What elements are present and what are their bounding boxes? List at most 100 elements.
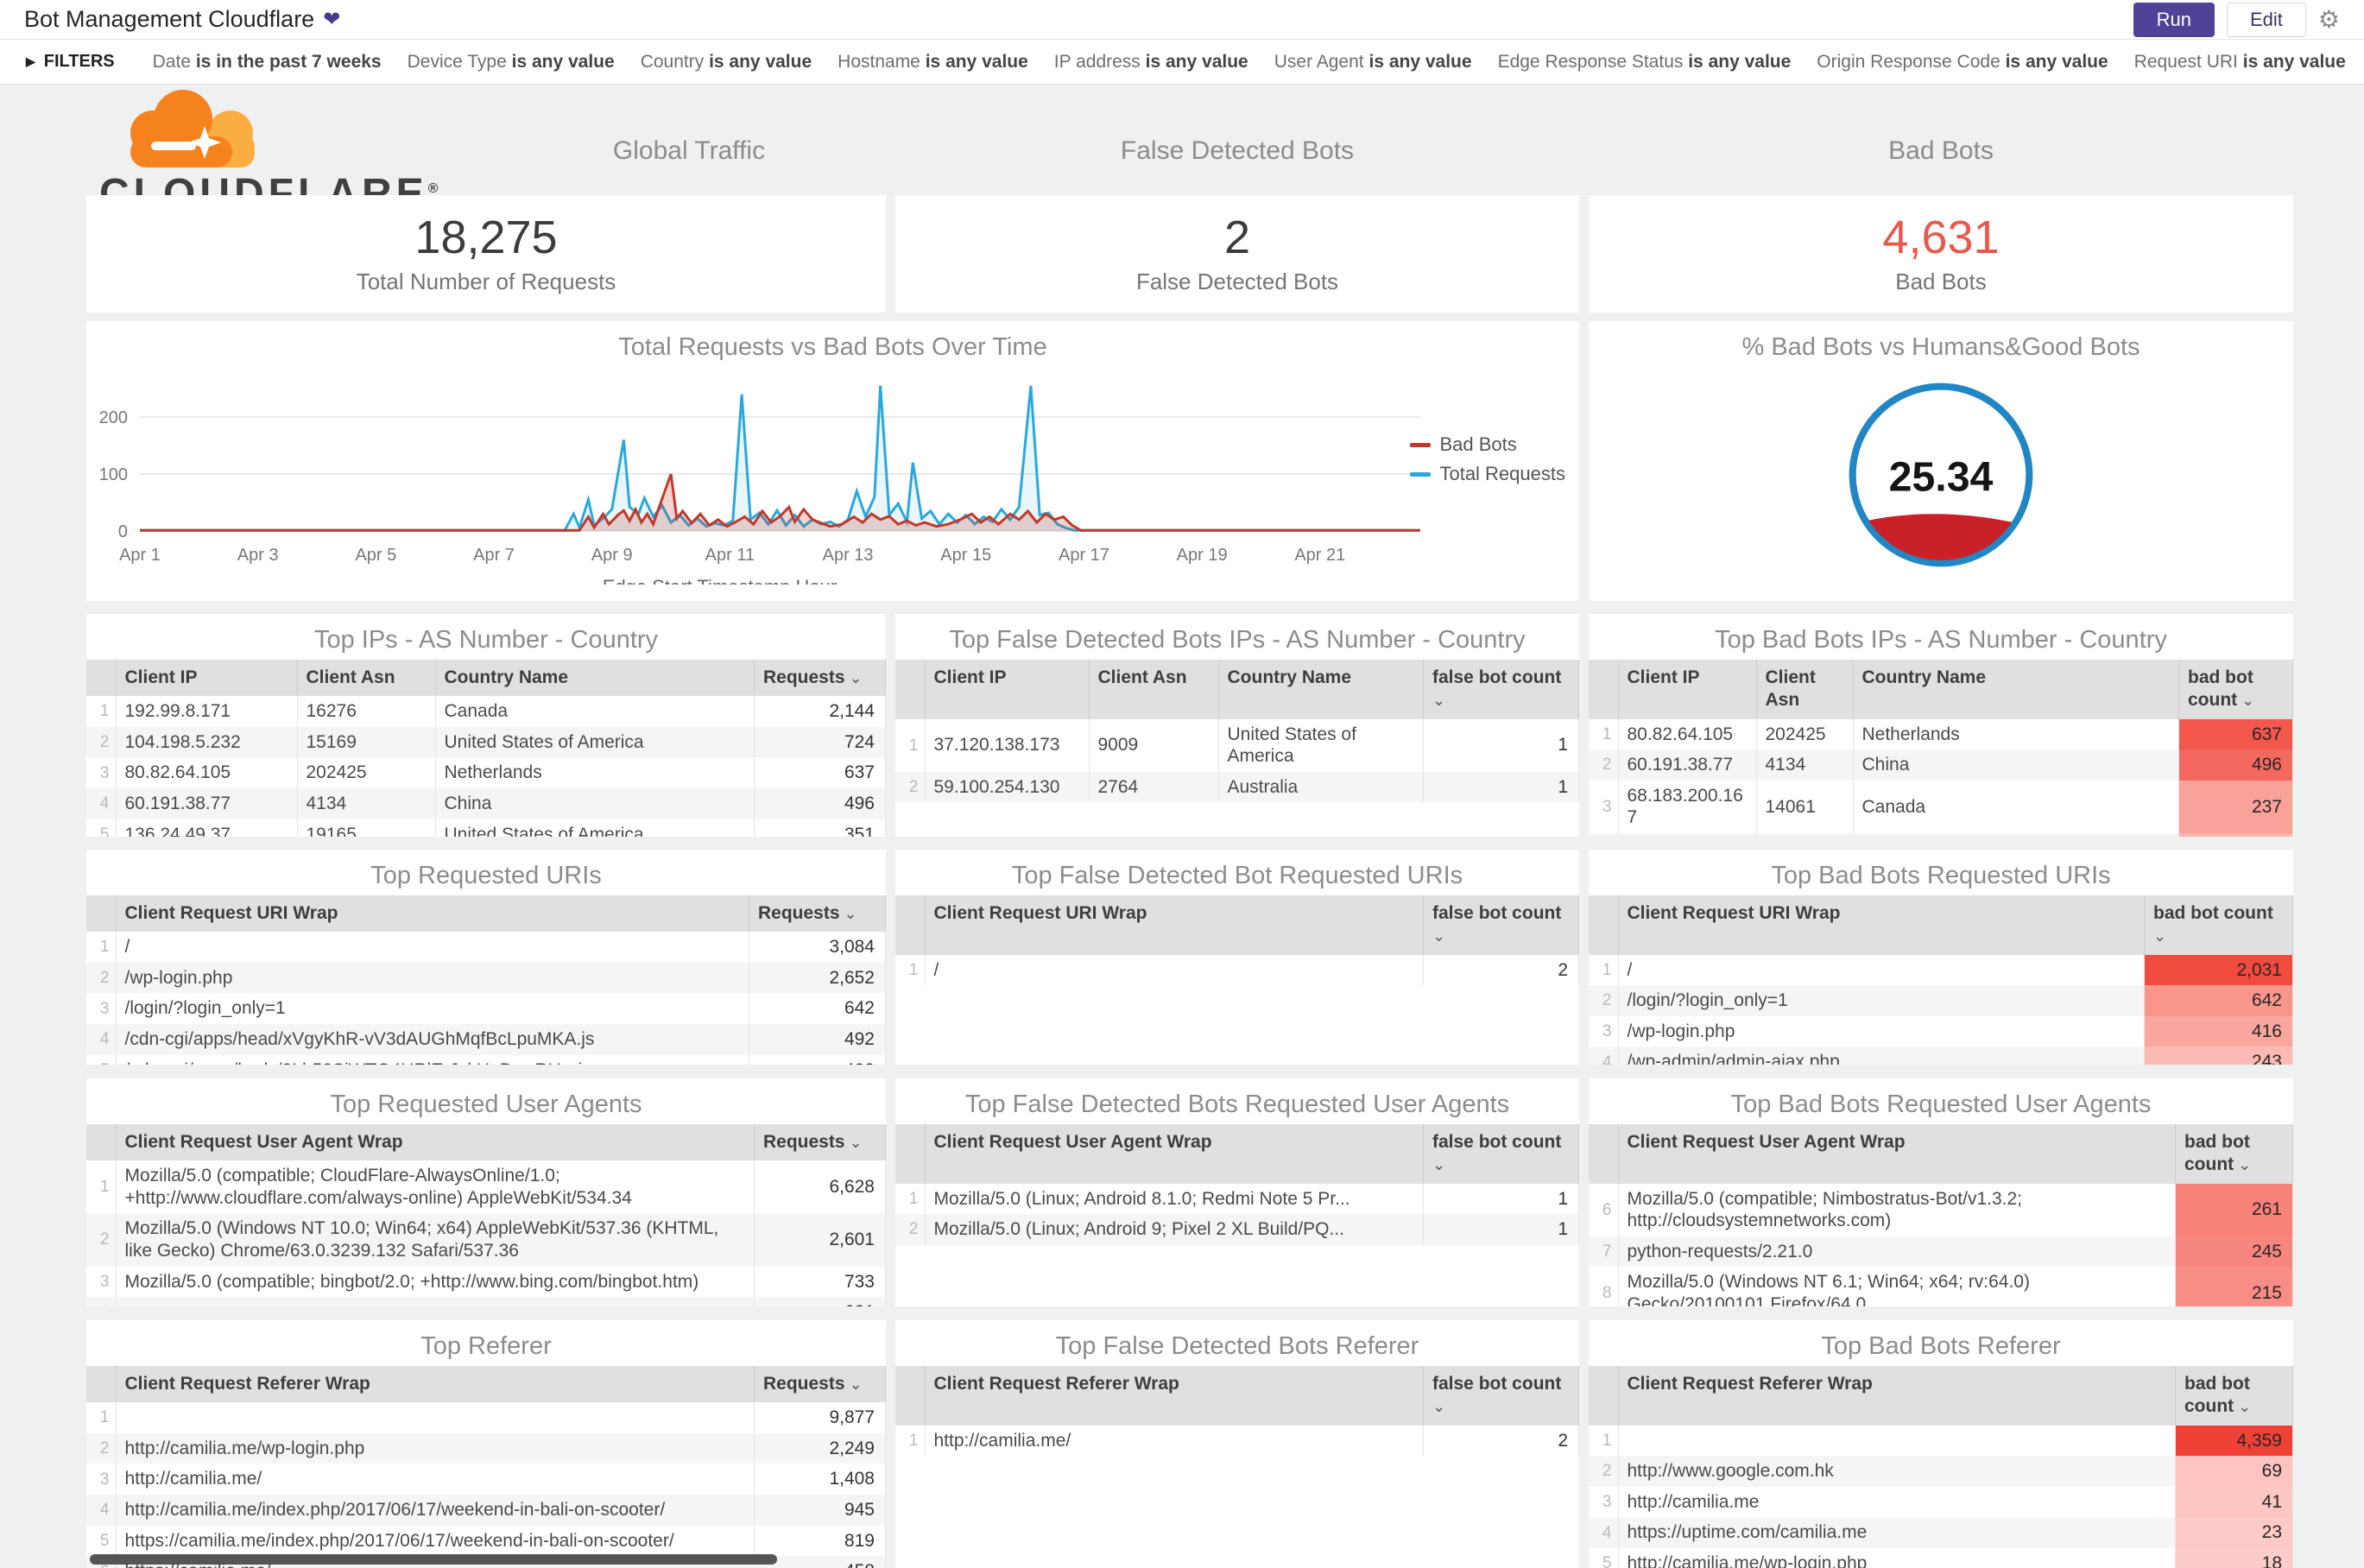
- data-cell[interactable]: China: [1853, 832, 2179, 837]
- data-cell[interactable]: 136.24.49.37: [116, 819, 298, 837]
- filter-item[interactable]: Edge Response Status is any value: [1498, 52, 1792, 72]
- table-row[interactable]: 1 192.99.8.171 16276 Canada 2,144: [86, 696, 886, 727]
- value-cell[interactable]: 2,144: [754, 696, 886, 727]
- value-cell[interactable]: 496: [754, 788, 886, 819]
- run-button[interactable]: Run: [2133, 2, 2215, 37]
- table-row[interactable]: 5/cdn-cgi/apps/body/3Lh52SjWTQ4HRlErJykH…: [86, 1054, 886, 1065]
- data-cell[interactable]: 202425: [1756, 718, 1854, 750]
- value-cell[interactable]: 492: [749, 1024, 886, 1055]
- value-cell[interactable]: 9,877: [754, 1402, 886, 1433]
- value-cell[interactable]: 733: [754, 1266, 886, 1298]
- value-cell[interactable]: 945: [754, 1495, 886, 1526]
- bad-bots-gauge[interactable]: 25.34: [1842, 376, 2040, 574]
- table-row[interactable]: 461.160.221.7323650China144: [1589, 832, 2293, 837]
- data-cell[interactable]: http://camilia.me/wp-login.php: [1618, 1547, 2176, 1568]
- filter-item[interactable]: User Agent is any value: [1274, 52, 1472, 72]
- data-cell[interactable]: 60.191.38.77: [1618, 749, 1757, 781]
- data-cell[interactable]: United States of America: [435, 726, 755, 758]
- table-row[interactable]: 5 http://camilia.me/wp-login.php 18: [1589, 1547, 2293, 1568]
- data-cell[interactable]: Netherlands: [435, 757, 755, 789]
- data-cell[interactable]: Mozilla/5.0 (Windows NT 6.1; Win64; x64;…: [1618, 1267, 2176, 1306]
- value-cell[interactable]: 18: [2175, 1547, 2293, 1568]
- value-cell[interactable]: 2: [1423, 1425, 1579, 1457]
- column-header[interactable]: Country Name: [1218, 660, 1424, 719]
- data-cell[interactable]: /cdn-cgi/apps/body/3Lh52SjWTQ4HRlErJykHq…: [116, 1054, 749, 1065]
- value-cell[interactable]: 496: [2178, 749, 2293, 781]
- data-cell[interactable]: [116, 1402, 755, 1433]
- data-cell[interactable]: 23650: [1756, 832, 1854, 837]
- column-header[interactable]: Client Request URI Wrap: [925, 895, 1424, 955]
- table-row[interactable]: 3 Mozilla/5.0 (compatible; bingbot/2.0; +…: [86, 1266, 886, 1298]
- table-row[interactable]: 4 http://camilia.me/index.php/2017/06/17/…: [86, 1495, 886, 1526]
- data-cell[interactable]: Mozilla/5.0 (compatible; Nimbostratus-Bo…: [1618, 1183, 2176, 1236]
- value-cell[interactable]: 642: [2144, 985, 2293, 1016]
- data-cell[interactable]: 9009: [1089, 718, 1219, 772]
- value-cell[interactable]: 215: [2175, 1267, 2293, 1306]
- data-cell[interactable]: 16276: [297, 696, 436, 727]
- value-cell[interactable]: 1,408: [754, 1464, 886, 1495]
- data-cell[interactable]: /: [1618, 954, 2145, 986]
- value-cell[interactable]: 1: [1423, 1214, 1579, 1245]
- data-cell[interactable]: Mozilla/5.0 (compatible; CloudFlare-Alwa…: [116, 1160, 755, 1214]
- column-header[interactable]: Client Request Referer Wrap: [116, 1366, 755, 1403]
- column-header[interactable]: Client Request URI Wrap: [1618, 895, 2145, 955]
- table-row[interactable]: 1 9,877: [86, 1402, 886, 1433]
- data-cell[interactable]: [1618, 1425, 2176, 1457]
- column-header[interactable]: Client Request User Agent Wrap: [925, 1124, 1424, 1184]
- data-cell[interactable]: /wp-login.php: [1618, 1015, 2145, 1047]
- table-row[interactable]: 4/wp-admin/admin-ajax.php 243: [1589, 1046, 2293, 1065]
- column-header[interactable]: bad bot count ⌄: [2178, 660, 2293, 719]
- column-header[interactable]: bad bot count ⌄: [2144, 895, 2293, 955]
- column-header[interactable]: Requests ⌄: [754, 1124, 886, 1161]
- data-cell[interactable]: 60.191.38.77: [116, 788, 298, 819]
- table-row[interactable]: 3 http://camilia.me 41: [1589, 1486, 2293, 1518]
- column-header[interactable]: Client Asn: [1756, 660, 1854, 719]
- data-cell[interactable]: 4134: [1756, 749, 1854, 781]
- data-cell[interactable]: 68.183.200.167: [1618, 780, 1757, 833]
- data-cell[interactable]: https://uptime.com/camilia.me: [1618, 1517, 2176, 1548]
- value-cell[interactable]: 1: [1423, 771, 1579, 803]
- data-cell[interactable]: 15169: [297, 726, 436, 758]
- data-cell[interactable]: 14061: [1756, 780, 1854, 833]
- data-cell[interactable]: Canada: [1853, 780, 2179, 833]
- data-cell[interactable]: Netherlands: [1853, 718, 2179, 750]
- value-cell[interactable]: 2,031: [2144, 954, 2293, 986]
- timeseries-chart[interactable]: 0 100 200 Apr 1 Apr 3 Apr 5 Apr 7 Apr 9 Apr 11 Ap…: [86, 362, 1566, 597]
- data-cell[interactable]: China: [435, 788, 755, 819]
- data-cell[interactable]: Canada: [435, 696, 755, 727]
- table-row[interactable]: 3 68.183.200.167 14061 Canada 237: [1589, 780, 2293, 833]
- filter-item[interactable]: Date is in the past 7 weeks: [153, 52, 382, 72]
- value-cell[interactable]: 724: [754, 726, 886, 758]
- value-cell[interactable]: 681: [754, 1297, 886, 1306]
- data-cell[interactable]: /: [925, 954, 1424, 986]
- filter-item[interactable]: Device Type is any value: [408, 52, 615, 72]
- table-row[interactable]: 3 80.82.64.105 202425 Netherlands 637: [86, 757, 886, 789]
- table-row[interactable]: 2/login/?login_only=1 642: [1589, 985, 2293, 1016]
- column-header[interactable]: Client Request Referer Wrap: [925, 1366, 1424, 1426]
- data-cell[interactable]: http://camilia.me/: [116, 1464, 755, 1495]
- value-cell[interactable]: 237: [2178, 780, 2293, 833]
- data-cell[interactable]: python-requests/2.21.0: [1618, 1236, 2176, 1268]
- table-row[interactable]: 2 104.198.5.232 15169 United States of Amer…: [86, 726, 886, 758]
- data-cell[interactable]: http://camilia.me/: [925, 1425, 1424, 1457]
- data-cell[interactable]: /wp-admin/admin-ajax.php: [1618, 1046, 2145, 1065]
- column-header[interactable]: false bot count ⌄: [1423, 1366, 1579, 1426]
- table-row[interactable]: 1 Mozilla/5.0 (Linux; Android 8.1.0; Redm…: [895, 1183, 1579, 1215]
- value-cell[interactable]: 642: [749, 993, 886, 1025]
- table-row[interactable]: 1 37.120.138.173 9009 United States of Amer…: [895, 718, 1579, 772]
- value-cell[interactable]: 819: [754, 1525, 886, 1557]
- value-cell[interactable]: 1: [1423, 718, 1579, 772]
- value-cell[interactable]: 637: [754, 757, 886, 789]
- data-cell[interactable]: 80.82.64.105: [1618, 718, 1757, 750]
- column-header[interactable]: Client Request User Agent Wrap: [1618, 1124, 2176, 1184]
- column-header[interactable]: Client IP: [116, 660, 298, 697]
- data-cell[interactable]: 61.160.221.73: [1618, 832, 1757, 837]
- value-cell[interactable]: 23: [2175, 1517, 2293, 1548]
- value-cell[interactable]: 351: [754, 819, 886, 837]
- table-row[interactable]: 4 681: [86, 1297, 886, 1306]
- table-row[interactable]: 2/wp-login.php 2,652: [86, 962, 886, 994]
- column-header[interactable]: Country Name: [435, 660, 755, 697]
- filter-item[interactable]: Origin Response Code is any value: [1817, 52, 2108, 72]
- column-header[interactable]: false bot count ⌄: [1423, 660, 1579, 719]
- data-cell[interactable]: China: [1853, 749, 2179, 781]
